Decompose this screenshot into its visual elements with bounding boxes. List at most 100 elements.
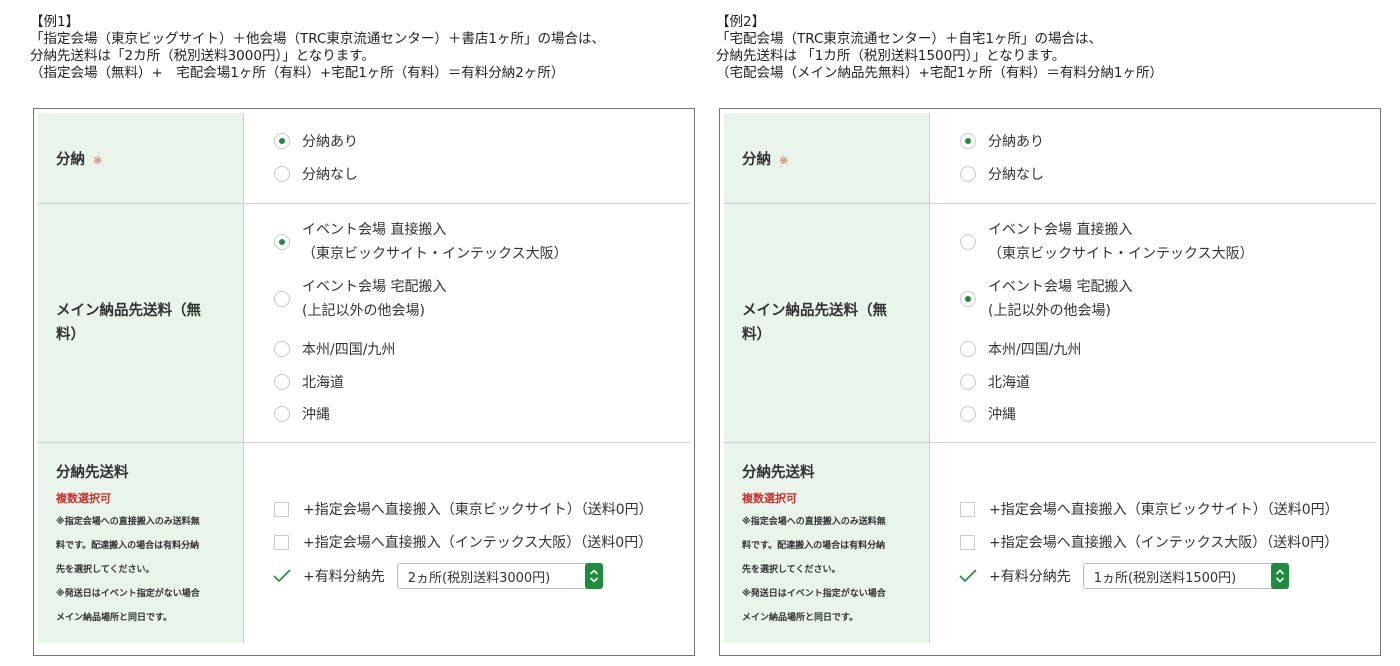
intro-line-2: 分納先送料は「2カ所（税別送料3000円）」となります。 bbox=[30, 48, 375, 64]
note-line: 料です。配達搬入の場合は有料分納 bbox=[742, 541, 886, 551]
checkbox-label: +指定会場へ直接搬入（インテックス大阪）（送料0円） bbox=[989, 535, 1339, 551]
checkbox[interactable] bbox=[960, 534, 975, 550]
checkbox-intex[interactable]: +指定会場へ直接搬入（インテックス大阪）（送料0円） bbox=[960, 532, 1338, 552]
radio-label-sub: (上記以外の他会場) bbox=[302, 303, 425, 319]
radio-label: 分納あり bbox=[988, 134, 1044, 150]
row-main-shipping: メイン納品先送料（無料） イベント会場 直接搬入 （東京ビックサイト・インテックス… bbox=[38, 204, 690, 443]
radio-button[interactable] bbox=[274, 133, 290, 149]
radio-label-wrap: イベント会場 直接搬入 （東京ビックサイト・インテックス大阪） bbox=[988, 218, 1254, 266]
radio-courier-delivery[interactable]: イベント会場 宅配搬入 (上記以外の他会場) bbox=[960, 275, 1132, 323]
label-bunno: 分納 ※ bbox=[724, 113, 930, 203]
radio-button[interactable] bbox=[274, 291, 290, 307]
required-mark: ※ bbox=[779, 153, 789, 167]
radio-label: イベント会場 宅配搬入 bbox=[302, 279, 447, 295]
example-heading: 【例2】 bbox=[716, 14, 766, 30]
radio-direct-delivery[interactable]: イベント会場 直接搬入 （東京ビックサイト・インテックス大阪） bbox=[960, 218, 1254, 266]
radio-label: 本州/四国/九州 bbox=[988, 342, 1082, 358]
checkmark-icon[interactable] bbox=[273, 568, 291, 584]
bunno-options: 分納あり 分納なし bbox=[930, 113, 1376, 203]
radio-hokkaido[interactable]: 北海道 bbox=[274, 372, 344, 392]
radio-label: 沖縄 bbox=[302, 407, 330, 423]
label-main-shipping-text: メイン納品先送料（無料） bbox=[56, 303, 201, 343]
select-arrow-icon[interactable] bbox=[1270, 563, 1289, 589]
radio-label-wrap: イベント会場 宅配搬入 (上記以外の他会場) bbox=[988, 275, 1132, 323]
paid-count-select[interactable]: 2ヵ所(税別送料3000円) bbox=[396, 563, 603, 589]
radio-honshu[interactable]: 本州/四国/九州 bbox=[274, 339, 395, 359]
note-line: 先を選択してください。 bbox=[742, 565, 841, 575]
row-bunno: 分納 ※ 分納あり 分納なし bbox=[38, 113, 690, 204]
radio-button[interactable] bbox=[960, 291, 976, 307]
checkmark-icon[interactable] bbox=[959, 568, 977, 584]
label-sub-shipping: 分納先送料 複数選択可 ※指定会場への直接搬入のみ送料無 料です。配達搬入の場合… bbox=[724, 443, 930, 643]
radio-courier-delivery[interactable]: イベント会場 宅配搬入 (上記以外の他会場) bbox=[274, 275, 446, 323]
checkbox-label: +有料分納先 bbox=[303, 569, 385, 585]
checkbox-paid-sub[interactable]: +有料分納先 2ヵ所(税別送料3000円) bbox=[273, 563, 603, 589]
radio-button[interactable] bbox=[274, 234, 290, 250]
label-main-shipping-text: メイン納品先送料（無料） bbox=[742, 303, 887, 343]
radio-hokkaido[interactable]: 北海道 bbox=[960, 372, 1030, 392]
select-value: 1ヵ所(税別送料1500円) bbox=[1093, 570, 1237, 586]
radio-bunno-no[interactable]: 分納なし bbox=[960, 164, 1044, 184]
radio-label: 沖縄 bbox=[988, 407, 1016, 423]
note-line: ※発送日はイベント指定がない場合 bbox=[742, 589, 886, 599]
form-box: 分納 ※ 分納あり 分納なし メイン納品先送料（無料） イベント会場 直接搬入 … bbox=[719, 108, 1381, 656]
checkbox-label: +指定会場へ直接搬入（インテックス大阪）（送料0円） bbox=[303, 535, 653, 551]
checkbox-bigsight[interactable]: +指定会場へ直接搬入（東京ビックサイト）（送料0円） bbox=[960, 499, 1339, 519]
radio-button[interactable] bbox=[274, 374, 290, 390]
sub-shipping-options: +指定会場へ直接搬入（東京ビックサイト）（送料0円） +指定会場へ直接搬入（イン… bbox=[244, 443, 690, 643]
checkbox-intex[interactable]: +指定会場へ直接搬入（インテックス大阪）（送料0円） bbox=[274, 532, 652, 552]
radio-button[interactable] bbox=[960, 166, 976, 182]
main-shipping-options: イベント会場 直接搬入 （東京ビックサイト・インテックス大阪） イベント会場 宅配… bbox=[930, 204, 1376, 442]
checkbox-paid-sub[interactable]: +有料分納先 1ヵ所(税別送料1500円) bbox=[959, 563, 1289, 589]
radio-label-wrap: イベント会場 宅配搬入 (上記以外の他会場) bbox=[302, 275, 446, 323]
sub-shipping-options: +指定会場へ直接搬入（東京ビックサイト）（送料0円） +指定会場へ直接搬入（イン… bbox=[930, 443, 1376, 643]
radio-label-wrap: イベント会場 直接搬入 （東京ビックサイト・インテックス大阪） bbox=[302, 218, 568, 266]
label-sub-shipping-text: 分納先送料 bbox=[742, 465, 815, 481]
radio-bunno-yes[interactable]: 分納あり bbox=[274, 131, 358, 151]
radio-okinawa[interactable]: 沖縄 bbox=[960, 404, 1016, 424]
bunno-options: 分納あり 分納なし bbox=[244, 113, 690, 203]
radio-honshu[interactable]: 本州/四国/九州 bbox=[960, 339, 1081, 359]
radio-button[interactable] bbox=[274, 341, 290, 357]
radio-okinawa[interactable]: 沖縄 bbox=[274, 404, 330, 424]
paid-count-select[interactable]: 1ヵ所(税別送料1500円) bbox=[1082, 563, 1289, 589]
checkbox[interactable] bbox=[274, 534, 289, 550]
radio-label: 本州/四国/九州 bbox=[302, 342, 396, 358]
note-line: メイン納品場所と同日です。 bbox=[742, 613, 859, 623]
radio-label-sub: (上記以外の他会場) bbox=[988, 303, 1111, 319]
radio-button[interactable] bbox=[960, 374, 976, 390]
radio-direct-delivery[interactable]: イベント会場 直接搬入 （東京ビックサイト・インテックス大阪） bbox=[274, 218, 568, 266]
checkbox-label: +有料分納先 bbox=[989, 569, 1071, 585]
radio-label-sub: （東京ビックサイト・インテックス大阪） bbox=[302, 246, 568, 262]
label-sub-shipping-text: 分納先送料 bbox=[56, 465, 129, 481]
label-main-shipping: メイン納品先送料（無料） bbox=[38, 204, 244, 442]
note-line: 料です。配達搬入の場合は有料分納 bbox=[56, 541, 200, 551]
select-value: 2ヵ所(税別送料3000円) bbox=[407, 570, 551, 586]
radio-label: 分納なし bbox=[988, 167, 1044, 183]
radio-button[interactable] bbox=[960, 133, 976, 149]
checkbox-bigsight[interactable]: +指定会場へ直接搬入（東京ビックサイト）（送料0円） bbox=[274, 499, 653, 519]
radio-button[interactable] bbox=[274, 166, 290, 182]
intro-line-1: 「指定会場（東京ビッグサイト）＋他会場（TRC東京流通センター）＋書店1ヶ所」の… bbox=[30, 31, 605, 47]
note-line: ※指定会場への直接搬入のみ送料無 bbox=[742, 517, 886, 527]
example-2: 【例2】 「宅配会場（TRC東京流通センター）＋自宅1ヶ所」の場合は、 分納先送… bbox=[716, 14, 1388, 656]
main-shipping-options: イベント会場 直接搬入 （東京ビックサイト・インテックス大阪） イベント会場 宅配… bbox=[244, 204, 690, 442]
note-line: メイン納品場所と同日です。 bbox=[56, 613, 173, 623]
form-box: 分納 ※ 分納あり 分納なし メイン納品先送料（無料） イベント会場 直接搬入 … bbox=[33, 108, 695, 656]
radio-button[interactable] bbox=[274, 406, 290, 422]
label-bunno-text: 分納 bbox=[56, 151, 85, 168]
radio-button[interactable] bbox=[960, 341, 976, 357]
radio-label: 北海道 bbox=[302, 375, 344, 391]
checkbox-label: +指定会場へ直接搬入（東京ビックサイト）（送料0円） bbox=[989, 502, 1339, 518]
radio-bunno-no[interactable]: 分納なし bbox=[274, 164, 358, 184]
row-sub-shipping: 分納先送料 複数選択可 ※指定会場への直接搬入のみ送料無 料です。配達搬入の場合… bbox=[724, 443, 1376, 643]
intro-line-2: 分納先送料は 「1カ所（税別送料1500円）」となります。 bbox=[716, 48, 1066, 64]
select-arrow-icon[interactable] bbox=[584, 563, 603, 589]
radio-button[interactable] bbox=[960, 406, 976, 422]
radio-bunno-yes[interactable]: 分納あり bbox=[960, 131, 1044, 151]
checkbox[interactable] bbox=[274, 501, 289, 517]
radio-label: 北海道 bbox=[988, 375, 1030, 391]
checkbox[interactable] bbox=[960, 501, 975, 517]
note-line: 先を選択してください。 bbox=[56, 565, 155, 575]
radio-button[interactable] bbox=[960, 234, 976, 250]
